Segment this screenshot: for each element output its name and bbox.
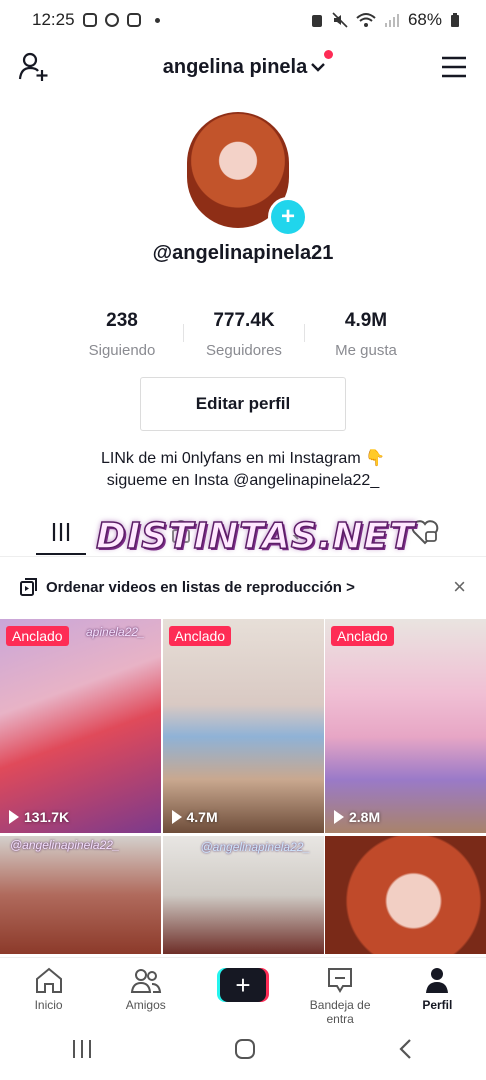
pinned-badge: Anclado <box>331 626 394 646</box>
chevron-right-icon: > <box>346 578 355 596</box>
stat-following[interactable]: 238 Siguiendo <box>62 310 182 359</box>
plus-icon: + <box>219 968 266 1002</box>
video-thumbnail[interactable]: Anclado 4.7M <box>162 619 324 833</box>
stat-label: Siguiendo <box>88 342 156 359</box>
back-icon[interactable] <box>396 1037 416 1061</box>
stat-likes[interactable]: 4.9M Me gusta <box>306 310 426 359</box>
recents-icon[interactable] <box>70 1038 94 1060</box>
close-icon[interactable]: × <box>453 574 466 600</box>
divider <box>183 324 184 342</box>
view-count-value: 131.7K <box>24 809 70 825</box>
status-left: 12:25 <box>32 10 160 30</box>
bio-line: sigueme en Insta @angelinapinela22_ <box>106 472 380 489</box>
tab-videos[interactable] <box>36 510 86 554</box>
profile-bio: LINk de mi 0nlyfans en mi Instagram 👇 si… <box>0 448 486 492</box>
video-thumbnail[interactable]: Anclado apinela22_ 131.7K <box>0 619 161 833</box>
overlay-username: @angelinapinela22_ <box>10 838 120 852</box>
overlay-username: apinela22_ <box>86 625 145 639</box>
stat-label: Me gusta <box>335 342 397 359</box>
playlist-banner[interactable]: Ordenar videos en listas de reproducción… <box>0 566 486 608</box>
mute-icon <box>332 12 348 28</box>
friends-icon <box>130 969 161 993</box>
stat-value: 238 <box>106 310 138 331</box>
wifi-icon <box>356 13 376 27</box>
edit-profile-button[interactable]: Editar perfil <box>140 377 346 431</box>
watermark-text: DISTINTAS.NET <box>95 515 415 558</box>
playlist-icon <box>20 578 37 596</box>
inbox-icon <box>328 968 353 993</box>
account-switcher[interactable]: angelina pinela <box>162 49 334 79</box>
nav-label: Inicio <box>34 998 63 1012</box>
stat-label: Seguidores <box>206 342 282 359</box>
add-friend-icon[interactable] <box>18 51 50 83</box>
active-tab-indicator <box>36 553 86 555</box>
signal-icon <box>384 14 399 27</box>
nav-create[interactable]: + <box>198 966 288 1002</box>
pinned-badge: Anclado <box>168 626 232 646</box>
play-icon <box>9 810 19 824</box>
more-notifications-icon <box>154 17 160 23</box>
play-icon <box>334 810 344 824</box>
alarm-icon <box>311 15 322 27</box>
profile-stats: 238 Siguiendo 777.4K Seguidores 4.9M Me … <box>62 310 426 359</box>
profile-icon <box>426 968 449 993</box>
video-thumbnail[interactable]: Anclado 2.8M <box>325 619 486 833</box>
chevron-down-icon <box>311 63 326 72</box>
status-bar: 12:25 68% <box>0 0 486 40</box>
instagram-icon <box>126 13 141 27</box>
overlay-username: @angelinapinela22_ <box>200 840 311 854</box>
grid-icon <box>52 523 70 541</box>
snapchat-icon <box>104 13 119 27</box>
notification-dot <box>324 49 334 59</box>
home-icon <box>35 967 62 993</box>
create-button[interactable]: + <box>216 968 269 1002</box>
playlist-banner-label: Ordenar videos en listas de reproducción <box>46 578 342 596</box>
nav-friends[interactable]: Amigos <box>101 966 191 1012</box>
system-navigation <box>0 1017 486 1080</box>
video-grid: Anclado apinela22_ 131.7K Anclado 4.7M A… <box>0 619 486 954</box>
view-count: 2.8M <box>334 809 380 825</box>
nav-profile[interactable]: Perfil <box>392 966 482 1012</box>
playlist-banner-text: Ordenar videos en listas de reproducción… <box>46 579 453 596</box>
profile-header: angelina pinela <box>0 44 486 90</box>
status-right: 68% <box>310 10 460 30</box>
nav-home[interactable]: Inicio <box>4 966 94 1012</box>
divider <box>304 324 305 342</box>
username: angelina pinela <box>162 55 308 78</box>
play-icon <box>171 810 182 824</box>
pinned-badge: Anclado <box>6 626 69 646</box>
bottom-navigation: Inicio Amigos + Bandeja de entra Perfil <box>0 957 486 1026</box>
instagram-icon <box>82 13 97 27</box>
stat-value: 4.9M <box>344 310 388 331</box>
add-story-button[interactable]: + <box>268 197 308 237</box>
clock: 12:25 <box>32 10 75 29</box>
battery-percent: 68% <box>407 10 442 29</box>
nav-label: Amigos <box>125 998 166 1012</box>
profile-handle: @angelinapinela21 <box>152 242 334 264</box>
view-count-value: 2.8M <box>349 809 381 825</box>
video-thumbnail[interactable]: @angelinapinela22_ <box>162 836 324 954</box>
view-count-value: 4.7M <box>186 809 218 825</box>
view-count: 4.7M <box>171 809 218 825</box>
bio-line: LINk de mi 0nlyfans en mi Instagram 👇 <box>100 450 386 467</box>
stat-value: 777.4K <box>213 310 275 331</box>
liked-heart-icon <box>411 520 439 545</box>
nav-label: Perfil <box>422 998 453 1012</box>
video-thumbnail[interactable]: @angelinapinela22_ <box>0 836 161 954</box>
battery-icon <box>451 13 459 27</box>
menu-icon[interactable] <box>440 55 468 79</box>
view-count: 131.7K <box>9 809 69 825</box>
video-thumbnail[interactable] <box>325 836 486 954</box>
home-button-icon[interactable] <box>233 1037 257 1061</box>
stat-followers[interactable]: 777.4K Seguidores <box>183 310 305 359</box>
